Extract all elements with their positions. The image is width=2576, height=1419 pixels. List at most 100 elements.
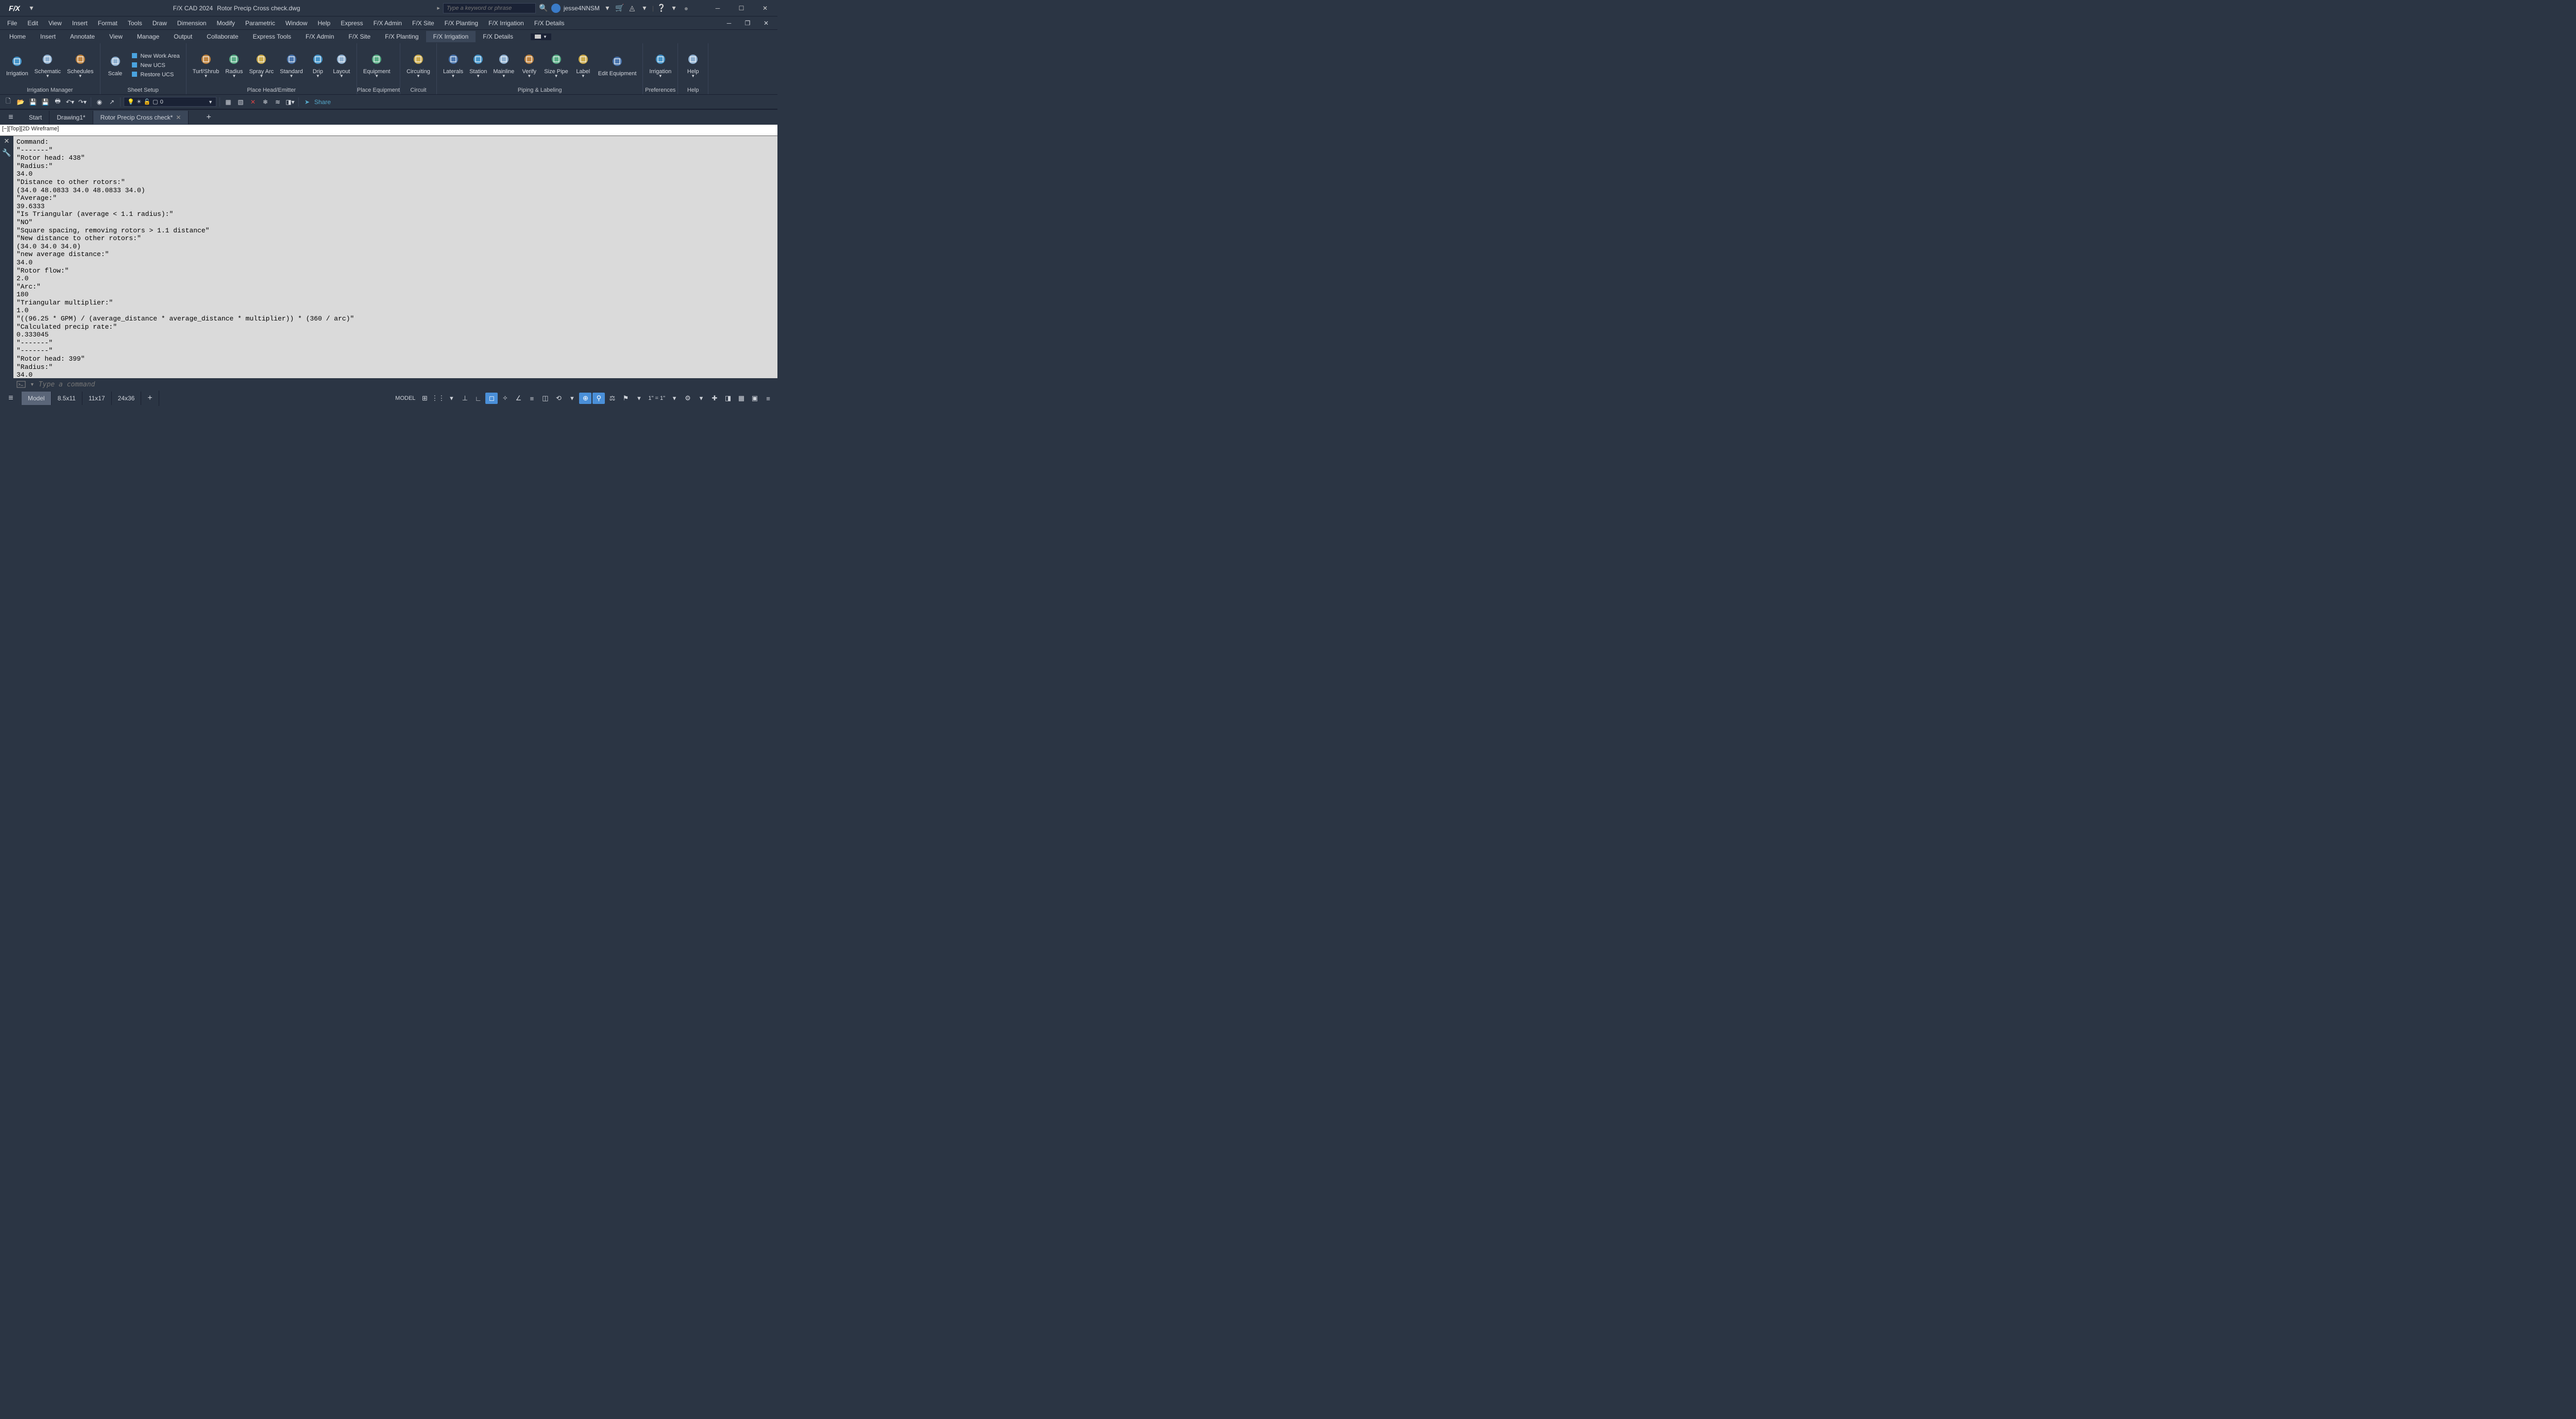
otrack-icon[interactable]: ∠ bbox=[512, 393, 524, 404]
search-input[interactable] bbox=[443, 3, 536, 13]
ribbon-sprayarc-button[interactable]: Spray Arc▼ bbox=[247, 50, 276, 79]
layout-tab-model[interactable]: Model bbox=[22, 392, 52, 405]
user-dropdown-icon[interactable]: ▾ bbox=[603, 4, 612, 13]
grid-dots-icon[interactable]: ⋮⋮ bbox=[432, 393, 444, 404]
dropdown-icon[interactable]: ▾ bbox=[633, 393, 645, 404]
ribbon-irrigation-button[interactable]: Irrigation bbox=[4, 52, 30, 78]
ribbon-mainline-button[interactable]: Mainline▼ bbox=[491, 50, 516, 79]
dynamic-input-icon[interactable]: ⊕ bbox=[579, 393, 591, 404]
ribbon-laterals-button[interactable]: Laterals▼ bbox=[441, 50, 465, 79]
maximize-button[interactable]: ☐ bbox=[731, 1, 752, 15]
ribbon-turfshrub-button[interactable]: Turf/Shrub▼ bbox=[191, 50, 222, 79]
3dosnap-icon[interactable]: ✧ bbox=[499, 393, 511, 404]
customize-icon[interactable]: ≡ bbox=[762, 393, 774, 404]
close-button[interactable]: ✕ bbox=[755, 1, 775, 15]
layout-hamburger-icon[interactable]: ≡ bbox=[0, 394, 22, 403]
notification-icon[interactable]: ● bbox=[682, 4, 691, 13]
document-tab[interactable]: Drawing1* bbox=[49, 111, 93, 124]
document-tab[interactable]: Start bbox=[22, 111, 49, 124]
ribbon-newworkarea-button[interactable]: New Work Area bbox=[128, 51, 182, 60]
dwg-compare-icon[interactable]: ◉ bbox=[94, 97, 105, 107]
osnap-icon[interactable]: ◻ bbox=[485, 393, 498, 404]
paper-plane-icon[interactable]: ➤ bbox=[302, 97, 312, 107]
ribbon-verify-button[interactable]: Verify▼ bbox=[518, 50, 540, 79]
ribbon-irrigation-button[interactable]: Irrigation▼ bbox=[647, 50, 673, 79]
ribbon-tab-insert[interactable]: Insert bbox=[33, 31, 63, 42]
ribbon-circuiting-button[interactable]: Circuiting▼ bbox=[404, 50, 432, 79]
match-properties-icon[interactable]: ▧ bbox=[235, 97, 246, 107]
ribbon-tab-fxdetails[interactable]: F/X Details bbox=[476, 31, 520, 42]
ribbon-station-button[interactable]: Station▼ bbox=[467, 50, 489, 79]
ribbon-layout-button[interactable]: Layout▼ bbox=[331, 50, 352, 79]
chevron-down-icon[interactable]: ▾ bbox=[669, 4, 679, 13]
ribbon-standard-button[interactable]: Standard▼ bbox=[278, 50, 305, 79]
ribbon-tab-view[interactable]: View bbox=[102, 31, 130, 42]
share-icon[interactable]: ↗ bbox=[107, 97, 117, 107]
share-label[interactable]: Share bbox=[314, 98, 331, 106]
wrench-icon[interactable]: 🔧 bbox=[2, 148, 11, 157]
menu-window[interactable]: Window bbox=[280, 18, 313, 29]
menu-fxplanting[interactable]: F/X Planting bbox=[439, 18, 483, 29]
menu-help[interactable]: Help bbox=[313, 18, 336, 29]
ribbon-schedules-button[interactable]: Schedules▼ bbox=[65, 50, 95, 79]
ribbon-tab-expresstools[interactable]: Express Tools bbox=[246, 31, 298, 42]
ribbon-tab-fxsite[interactable]: F/X Site bbox=[342, 31, 378, 42]
add-layout-button[interactable]: + bbox=[141, 391, 159, 406]
ribbon-panel-toggle[interactable]: ▼ bbox=[531, 33, 551, 40]
ribbon-help-button[interactable]: Help▼ bbox=[682, 50, 704, 79]
share-indicator[interactable]: ▸ bbox=[437, 5, 440, 11]
menubar-close[interactable]: ✕ bbox=[757, 19, 775, 28]
menu-tools[interactable]: Tools bbox=[123, 18, 147, 29]
model-paper-toggle[interactable]: MODEL bbox=[393, 395, 417, 401]
ribbon-equipment-button[interactable]: Equipment▼ bbox=[361, 50, 393, 79]
properties-icon[interactable]: ▦ bbox=[223, 97, 233, 107]
dropdown-icon[interactable]: ▾ bbox=[445, 393, 457, 404]
ribbon-newucs-button[interactable]: New UCS bbox=[128, 60, 182, 70]
ribbon-tab-output[interactable]: Output bbox=[166, 31, 199, 42]
isolate-icon[interactable]: ◨ bbox=[722, 393, 734, 404]
close-tab-icon[interactable]: ✕ bbox=[176, 114, 181, 121]
ribbon-sizepipe-button[interactable]: Size Pipe▼ bbox=[542, 50, 570, 79]
add-icon[interactable]: ✚ bbox=[708, 393, 721, 404]
ribbon-tab-fxplanting[interactable]: F/X Planting bbox=[378, 31, 426, 42]
menu-express[interactable]: Express bbox=[335, 18, 368, 29]
document-tab[interactable]: Rotor Precip Cross check*✕ bbox=[93, 111, 189, 124]
close-panel-icon[interactable]: ✕ bbox=[4, 137, 10, 145]
help-icon[interactable]: ❔ bbox=[657, 4, 666, 13]
viewport-header[interactable]: [−][Top][2D Wireframe] bbox=[0, 125, 777, 136]
anno-scale-icon[interactable]: ⚖ bbox=[606, 393, 618, 404]
layer-iso-icon[interactable]: ◨▾ bbox=[285, 97, 295, 107]
menu-fxsite[interactable]: F/X Site bbox=[407, 18, 439, 29]
new-file-icon[interactable]: 🗋 bbox=[3, 97, 13, 107]
cycling-icon[interactable]: ⟲ bbox=[552, 393, 565, 404]
scale-label[interactable]: 1" = 1" bbox=[646, 395, 667, 401]
ribbon-schematic-button[interactable]: Schematic▼ bbox=[32, 50, 63, 79]
redo-icon[interactable]: ↷▾ bbox=[77, 97, 88, 107]
ribbon-radius-button[interactable]: Radius▼ bbox=[223, 50, 245, 79]
menu-view[interactable]: View bbox=[43, 18, 67, 29]
layout-tab-85x11[interactable]: 8.5x11 bbox=[52, 392, 82, 405]
layout-tab-24x36[interactable]: 24x36 bbox=[112, 392, 142, 405]
new-tab-button[interactable]: + bbox=[199, 110, 218, 125]
user-avatar-icon[interactable] bbox=[551, 4, 561, 13]
search-icon[interactable]: 🔍 bbox=[539, 4, 548, 13]
layers-icon[interactable]: ❄ bbox=[260, 97, 270, 107]
layout-tab-11x17[interactable]: 11x17 bbox=[82, 392, 112, 405]
open-file-icon[interactable]: 📂 bbox=[15, 97, 26, 107]
ribbon-tab-home[interactable]: Home bbox=[2, 31, 33, 42]
menubar-minimize[interactable]: ─ bbox=[720, 19, 738, 28]
ribbon-drip-button[interactable]: Drip▼ bbox=[307, 50, 329, 79]
ribbon-restoreucs-button[interactable]: Restore UCS bbox=[128, 70, 182, 79]
menu-format[interactable]: Format bbox=[93, 18, 123, 29]
cart-icon[interactable]: 🛒 bbox=[615, 4, 624, 13]
delete-icon[interactable]: ✕ bbox=[248, 97, 258, 107]
menu-parametric[interactable]: Parametric bbox=[240, 18, 280, 29]
chevron-down-icon[interactable]: ▾ bbox=[27, 4, 36, 13]
menu-insert[interactable]: Insert bbox=[67, 18, 93, 29]
layer-states-icon[interactable]: ≋ bbox=[273, 97, 283, 107]
ortho-icon[interactable]: ⊥ bbox=[459, 393, 471, 404]
clean-screen-icon[interactable]: ▣ bbox=[749, 393, 761, 404]
undo-icon[interactable]: ↶▾ bbox=[65, 97, 75, 107]
menu-fxadmin[interactable]: F/X Admin bbox=[368, 18, 407, 29]
anno-vis-icon[interactable]: ⚑ bbox=[619, 393, 632, 404]
